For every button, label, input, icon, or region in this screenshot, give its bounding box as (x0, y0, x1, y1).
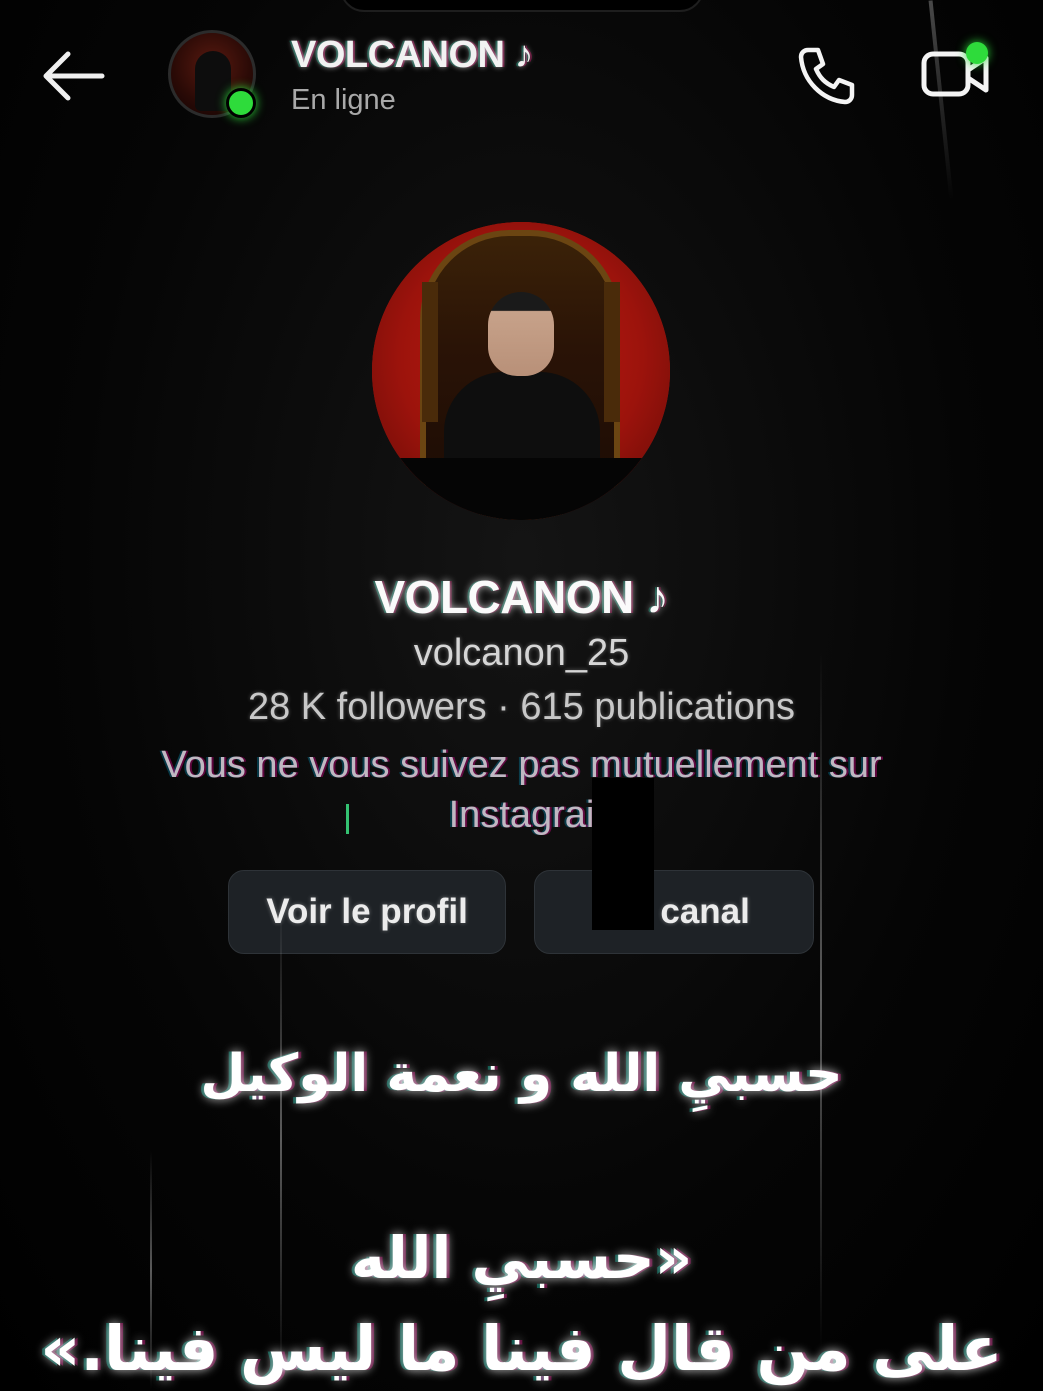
profile-picture[interactable] (372, 222, 670, 520)
phone-icon (798, 47, 855, 105)
glitch-line (346, 804, 349, 834)
profile-stats: 28 K followers · 615 publications (247, 686, 796, 728)
arrow-left-icon (43, 51, 105, 101)
view-profile-label: Voir le profil (266, 892, 468, 931)
caption-line-3: على من قال فينا ما ليس فينا.» (40, 1312, 1003, 1385)
caption-line-1: حسبيِ الله و نعمة الوكيل (200, 1044, 843, 1104)
profile-name: VOLCANON ♪ (374, 571, 670, 623)
contact-name[interactable]: VOLCANON ♪ (291, 34, 534, 77)
active-indicator (966, 42, 988, 64)
chat-header: VOLCANON ♪ En ligne (0, 0, 1043, 160)
glitch-overlay (592, 778, 654, 930)
view-channel-button[interactable]: V e canal (534, 870, 814, 954)
online-indicator (226, 88, 256, 118)
audio-call-button[interactable] (794, 42, 860, 108)
profile-handle: volcanon_25 (413, 632, 630, 674)
caption-line-2: «حسبيِ الله (350, 1224, 693, 1292)
light-streak (280, 900, 282, 1380)
back-button[interactable] (38, 46, 110, 106)
mutual-follow-notice: Vous ne vous suivez pas mutuellement sur… (161, 744, 882, 836)
contact-status: En ligne (291, 84, 396, 116)
view-profile-button[interactable]: Voir le profil (228, 870, 506, 954)
